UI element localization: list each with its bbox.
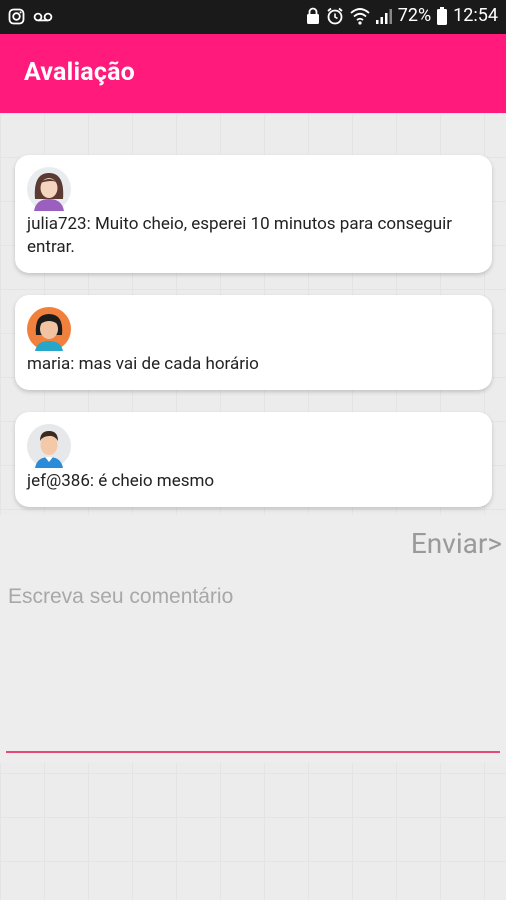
clock: 12:54 [453, 5, 498, 26]
voicemail-icon [33, 12, 53, 21]
alarm-icon [327, 7, 343, 24]
signal-icon [375, 8, 392, 24]
battery-icon [437, 6, 448, 25]
comment-input[interactable] [6, 585, 500, 753]
instagram-icon [8, 8, 25, 25]
female-avatar-icon [27, 307, 71, 351]
comment-text: jef@386: é cheio mesmo [27, 471, 215, 491]
status-bar: 72% 12:54 [0, 0, 506, 34]
battery-percent: 72% [397, 5, 432, 26]
wifi-icon [350, 7, 370, 25]
comment-card: jef@386: é cheio mesmo [15, 412, 492, 507]
male-avatar-icon [27, 424, 71, 468]
lock-icon [306, 7, 319, 24]
comment-text: maria: mas vai de cada horário [27, 354, 259, 374]
female-avatar-icon [27, 167, 71, 211]
input-underline [6, 751, 500, 753]
comment-card: julia723: Muito cheio, esperei 10 minuto… [15, 155, 492, 273]
comment-composer: Enviar> [0, 515, 506, 763]
comment-card: maria: mas vai de cada horário [15, 295, 492, 390]
send-button[interactable]: Enviar> [411, 527, 502, 560]
page-title: Avaliação [24, 58, 135, 87]
comment-text: julia723: Muito cheio, esperei 10 minuto… [27, 214, 453, 257]
app-bar: Avaliação [0, 34, 506, 113]
